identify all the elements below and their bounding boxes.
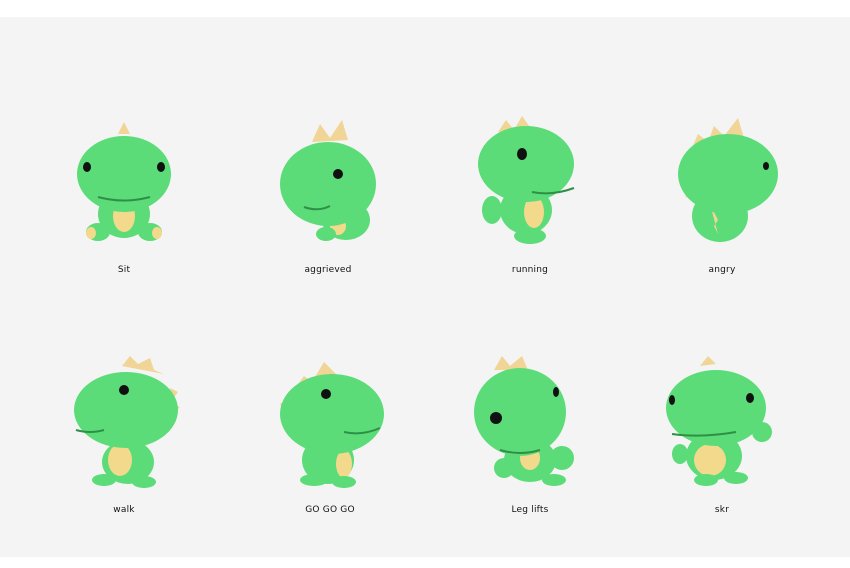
dino-running: running bbox=[470, 112, 590, 275]
dino-leg-lifts-illustration bbox=[474, 356, 574, 486]
dino-aggrieved: aggrieved bbox=[268, 112, 388, 275]
dino-angry: angry bbox=[662, 112, 782, 275]
dino-skr: skr bbox=[662, 352, 782, 515]
dino-sit-illustration bbox=[77, 122, 171, 241]
dino-label: running bbox=[511, 265, 549, 275]
dino-label: skr bbox=[714, 505, 730, 515]
dino-sit: Sit bbox=[64, 112, 184, 275]
dino-label: GO GO GO bbox=[305, 505, 355, 515]
dino-label: walk bbox=[113, 505, 135, 515]
dino-label: aggrieved bbox=[304, 265, 352, 275]
dino-aggrieved-illustration bbox=[280, 120, 376, 241]
dino-angry-illustration bbox=[678, 118, 778, 242]
dino-label: Leg lifts bbox=[511, 505, 549, 515]
dino-leg-lifts: Leg lifts bbox=[470, 352, 590, 515]
dino-walk: walk bbox=[64, 352, 184, 515]
dino-label: Sit bbox=[117, 265, 131, 275]
dino-walk-illustration bbox=[74, 356, 180, 488]
dino-running-illustration bbox=[478, 116, 575, 244]
dino-skr-illustration bbox=[666, 356, 772, 486]
gallery-canvas: Sit aggrieved running angry walk GO GO G… bbox=[0, 17, 850, 557]
dino-gogogo: GO GO GO bbox=[270, 352, 390, 515]
dino-label: angry bbox=[708, 265, 736, 275]
dino-gogogo-illustration bbox=[280, 362, 384, 488]
